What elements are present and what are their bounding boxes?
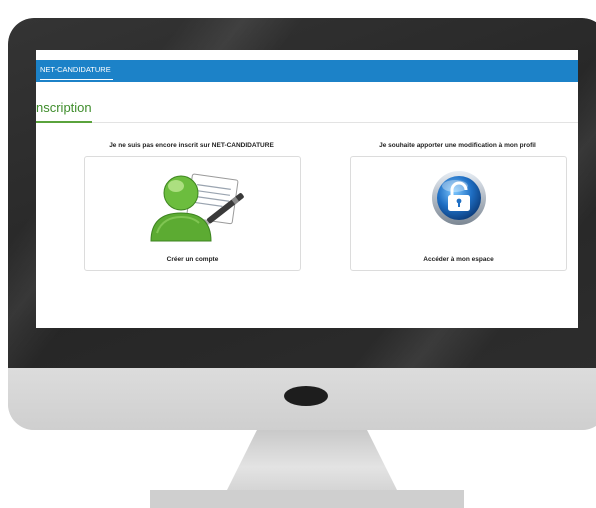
create-account-heading-brand: NET-CANDIDATURE: [211, 142, 274, 149]
nav-tab-label: NET-CANDIDATURE: [40, 65, 111, 74]
nav-tab-net-candidature[interactable]: NET-CANDIDATURE: [36, 60, 119, 82]
lock-icon: [432, 171, 486, 225]
screen: NET-CANDIDATURE nscription Je ne suis pa…: [36, 50, 578, 328]
page-title: nscription: [36, 100, 92, 115]
monitor-logo-pill: [284, 386, 328, 406]
create-account-heading: Je ne suis pas encore inscrit sur NET-CA…: [84, 142, 299, 149]
create-account-label: Créer un compte: [166, 256, 219, 263]
active-tab-underline: [40, 79, 113, 80]
monitor-stand-neck: [226, 430, 398, 492]
access-space-label: Accéder à mon espace: [423, 256, 494, 263]
title-accent-line: [36, 121, 92, 123]
create-account-heading-text: Je ne suis pas encore inscrit sur: [109, 142, 212, 149]
user-form-icon: [150, 173, 244, 242]
monitor-stand-base: [150, 490, 464, 508]
create-account-card[interactable]: Créer un compte: [84, 156, 301, 271]
access-space-card[interactable]: Accéder à mon espace: [350, 156, 567, 271]
modify-profile-heading: Je souhaite apporter une modification à …: [379, 142, 536, 149]
top-nav-bar: NET-CANDIDATURE: [36, 60, 578, 82]
title-divider: [36, 122, 578, 123]
